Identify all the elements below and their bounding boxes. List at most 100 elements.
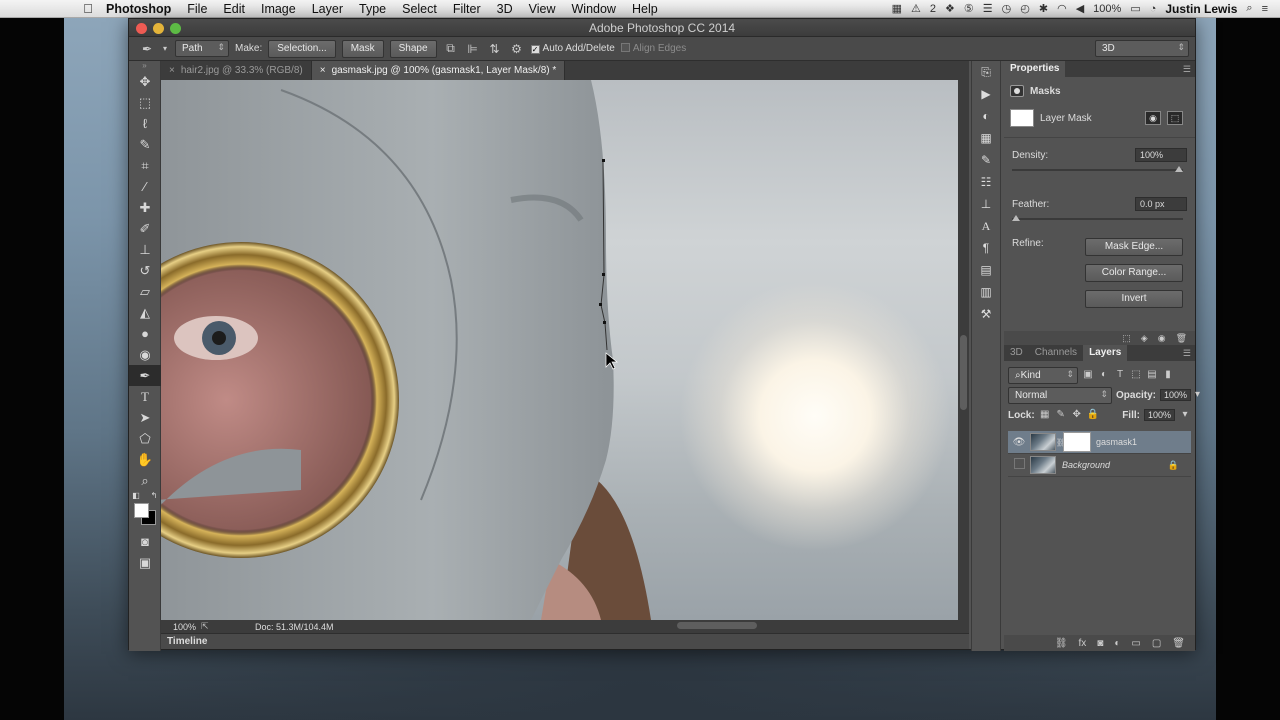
brush-panel-icon[interactable]: ✎ bbox=[972, 149, 1000, 171]
layer-style-icon[interactable]: fx bbox=[1079, 638, 1087, 649]
clone-stamp-tool-icon[interactable]: ⊥ bbox=[129, 239, 161, 260]
pen-tool-icon[interactable]: ✒ bbox=[129, 365, 161, 386]
lasso-tool-icon[interactable]: ℓ bbox=[129, 113, 161, 134]
pen-mode-select[interactable]: Path bbox=[175, 40, 229, 57]
density-slider-knob[interactable] bbox=[1175, 166, 1183, 172]
delete-mask-icon[interactable]: 🗑 bbox=[1176, 333, 1187, 344]
hand-tool-icon[interactable]: ✋ bbox=[129, 449, 161, 470]
panel-menu-icon[interactable]: ☰ bbox=[1183, 64, 1191, 75]
layer-name[interactable]: gasmask1 bbox=[1096, 437, 1137, 447]
lock-all-icon[interactable]: 🔒 bbox=[1087, 409, 1099, 421]
color-range-button[interactable]: Color Range... bbox=[1085, 264, 1183, 282]
gear-icon[interactable]: ⚙ bbox=[509, 42, 525, 56]
document-canvas[interactable] bbox=[161, 80, 958, 620]
blend-mode-select[interactable]: Normal bbox=[1008, 386, 1112, 404]
anchor-point[interactable] bbox=[603, 321, 606, 324]
delete-layer-icon[interactable]: 🗑 bbox=[1172, 638, 1185, 649]
lock-image-icon[interactable]: ✎ bbox=[1055, 409, 1067, 421]
layer-filter-select[interactable]: ⌕Kind bbox=[1008, 366, 1078, 384]
notes-panel-icon[interactable]: ▥ bbox=[972, 281, 1000, 303]
clock-icon[interactable]: ◴ bbox=[1020, 2, 1030, 15]
layer-thumbnail[interactable] bbox=[1030, 433, 1056, 451]
export-icon[interactable]: ⇱ bbox=[201, 621, 215, 632]
make-shape-button[interactable]: Shape bbox=[389, 39, 437, 58]
timeline-panel-tab[interactable]: Timeline bbox=[161, 633, 969, 649]
character-panel-icon[interactable]: A bbox=[972, 215, 1000, 237]
menu-3d[interactable]: 3D bbox=[489, 2, 521, 16]
screen-mode-icon[interactable]: ▣ bbox=[129, 552, 161, 573]
info-panel-icon[interactable]: ▤ bbox=[972, 259, 1000, 281]
brush-tool-icon[interactable]: ✐ bbox=[129, 218, 161, 239]
menu-image[interactable]: Image bbox=[253, 2, 304, 16]
vertical-scrollbar[interactable] bbox=[958, 80, 969, 620]
dropbox-icon[interactable]: ❖ bbox=[945, 2, 955, 15]
feather-input[interactable]: 0.0 px bbox=[1135, 197, 1187, 211]
path-operations-icon[interactable]: ⧉ bbox=[443, 41, 459, 56]
marquee-tool-icon[interactable]: ⬚ bbox=[129, 92, 161, 113]
menu-edit[interactable]: Edit bbox=[215, 2, 253, 16]
fill-dropdown-icon[interactable]: ▾ bbox=[1179, 409, 1191, 421]
mask-thumbnail[interactable] bbox=[1063, 432, 1091, 452]
tool-presets-panel-icon[interactable]: ⚒ bbox=[972, 303, 1000, 325]
new-group-icon[interactable]: ▭ bbox=[1131, 638, 1140, 649]
anchor-point[interactable] bbox=[602, 273, 605, 276]
align-edges-checkbox[interactable]: Align Edges bbox=[620, 43, 686, 54]
make-mask-button[interactable]: Mask bbox=[341, 39, 384, 58]
tab-gasmask[interactable]: × gasmask.jpg @ 100% (gasmask1, Layer Mas… bbox=[311, 61, 566, 80]
tab-3d[interactable]: 3D bbox=[1004, 345, 1029, 361]
type-tool-icon[interactable]: T bbox=[129, 386, 161, 407]
link-layers-icon[interactable]: ⛓ bbox=[1055, 638, 1068, 649]
opacity-input[interactable]: 100% bbox=[1160, 389, 1192, 401]
adjustment-filter-icon[interactable]: ◐ bbox=[1098, 369, 1110, 381]
zoom-button[interactable] bbox=[170, 23, 181, 34]
vertical-scroll-thumb[interactable] bbox=[960, 335, 967, 410]
user-name[interactable]: Justin Lewis bbox=[1165, 2, 1237, 16]
density-slider[interactable] bbox=[1012, 165, 1183, 175]
layer-mask-thumbnail[interactable] bbox=[1010, 109, 1034, 127]
link-icon[interactable]: ⛓ bbox=[1056, 438, 1066, 447]
horizontal-scrollbar[interactable] bbox=[361, 620, 958, 631]
history-panel-icon[interactable]: ⎘ bbox=[972, 61, 1000, 83]
tab-hair2[interactable]: × hair2.jpg @ 33.3% (RGB/8) bbox=[161, 61, 312, 80]
layer-name[interactable]: Background bbox=[1062, 460, 1110, 470]
quick-selection-tool-icon[interactable]: ✎ bbox=[129, 134, 161, 155]
tab-channels[interactable]: Channels bbox=[1029, 345, 1083, 361]
canvas-area[interactable] bbox=[161, 80, 958, 620]
tab-layers[interactable]: Layers bbox=[1083, 345, 1128, 361]
menu-help[interactable]: Help bbox=[624, 2, 666, 16]
move-tool-icon[interactable]: ✥ bbox=[129, 71, 161, 92]
paragraph-panel-icon[interactable]: ¶ bbox=[972, 237, 1000, 259]
fill-input[interactable]: 100% bbox=[1143, 409, 1175, 421]
vector-mask-icon[interactable]: ⬚ bbox=[1167, 111, 1183, 125]
layer-row-gasmask1[interactable]: 👁 ⛓ gasmask1 bbox=[1008, 431, 1191, 454]
pen-tool-preset-icon[interactable]: ✒ bbox=[139, 42, 155, 56]
horizontal-scroll-thumb[interactable] bbox=[677, 622, 757, 629]
feather-slider[interactable] bbox=[1012, 214, 1183, 224]
apply-mask-icon[interactable]: ◈ bbox=[1141, 333, 1148, 344]
status-badge[interactable]: 2 bbox=[930, 3, 936, 15]
adjustment-layer-icon[interactable]: ◐ bbox=[1114, 638, 1120, 649]
paint-bucket-tool-icon[interactable]: ◭ bbox=[129, 302, 161, 323]
bluetooth-icon[interactable]: ✱ bbox=[1039, 2, 1048, 15]
dodge-tool-icon[interactable]: ◉ bbox=[129, 344, 161, 365]
load-selection-icon[interactable]: ⬚ bbox=[1122, 333, 1131, 344]
actions-panel-icon[interactable]: ▶ bbox=[972, 83, 1000, 105]
wifi-icon[interactable]: ◠ bbox=[1057, 2, 1067, 15]
history-brush-tool-icon[interactable]: ↺ bbox=[129, 260, 161, 281]
menu-filter[interactable]: Filter bbox=[445, 2, 489, 16]
anchor-point[interactable] bbox=[602, 159, 605, 162]
volume-icon[interactable]: ◀ bbox=[1076, 2, 1084, 15]
layer-thumbnail[interactable] bbox=[1030, 456, 1056, 474]
menu-app[interactable]: Photoshop bbox=[98, 2, 179, 16]
zoom-tool-icon[interactable]: ⌕ bbox=[129, 470, 161, 491]
mask-edge-button[interactable]: Mask Edge... bbox=[1085, 238, 1183, 256]
path-selection-tool-icon[interactable]: ➤ bbox=[129, 407, 161, 428]
tools-collapse-icon[interactable]: » bbox=[129, 61, 160, 71]
path-alignment-icon[interactable]: ⊫ bbox=[465, 42, 481, 56]
opacity-dropdown-icon[interactable]: ▾ bbox=[1195, 389, 1200, 401]
layer-row-background[interactable]: Background 🔒 bbox=[1008, 454, 1191, 477]
sync-icon[interactable]: ⑤ bbox=[964, 2, 974, 15]
crop-tool-icon[interactable]: ⌗ bbox=[129, 155, 161, 176]
lock-transparent-icon[interactable]: ▦ bbox=[1039, 409, 1051, 421]
battery-icon[interactable]: ▭ bbox=[1130, 2, 1140, 15]
